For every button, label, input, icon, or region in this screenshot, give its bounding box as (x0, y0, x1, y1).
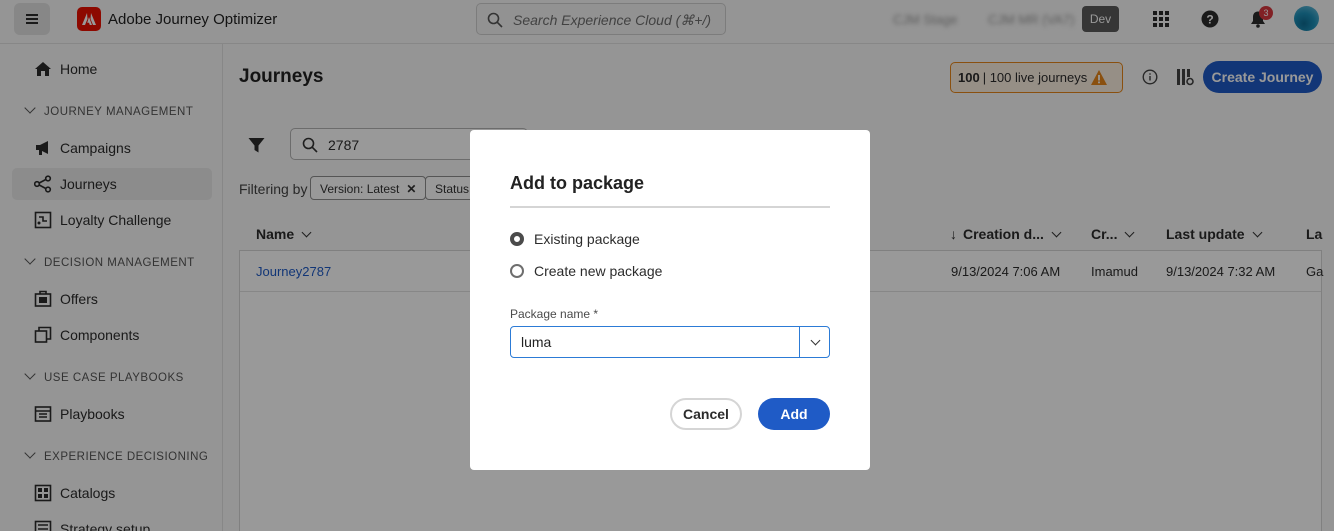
radio-create-new-package[interactable]: Create new package (510, 260, 810, 282)
dialog-divider (510, 206, 830, 208)
package-name-combobox[interactable] (510, 326, 830, 358)
cancel-button[interactable]: Cancel (670, 398, 742, 430)
radio-unchecked-icon[interactable] (510, 264, 524, 278)
chevron-down-icon[interactable] (800, 327, 830, 357)
add-button[interactable]: Add (758, 398, 830, 430)
radio-existing-package[interactable]: Existing package (510, 228, 810, 250)
radio-checked-icon[interactable] (510, 232, 524, 246)
package-name-label: Package name * (510, 307, 599, 321)
required-asterisk: * (593, 307, 599, 321)
add-to-package-dialog: Add to package Existing package Create n… (470, 130, 870, 470)
dialog-title: Add to package (510, 173, 645, 193)
package-name-input[interactable] (511, 327, 799, 357)
